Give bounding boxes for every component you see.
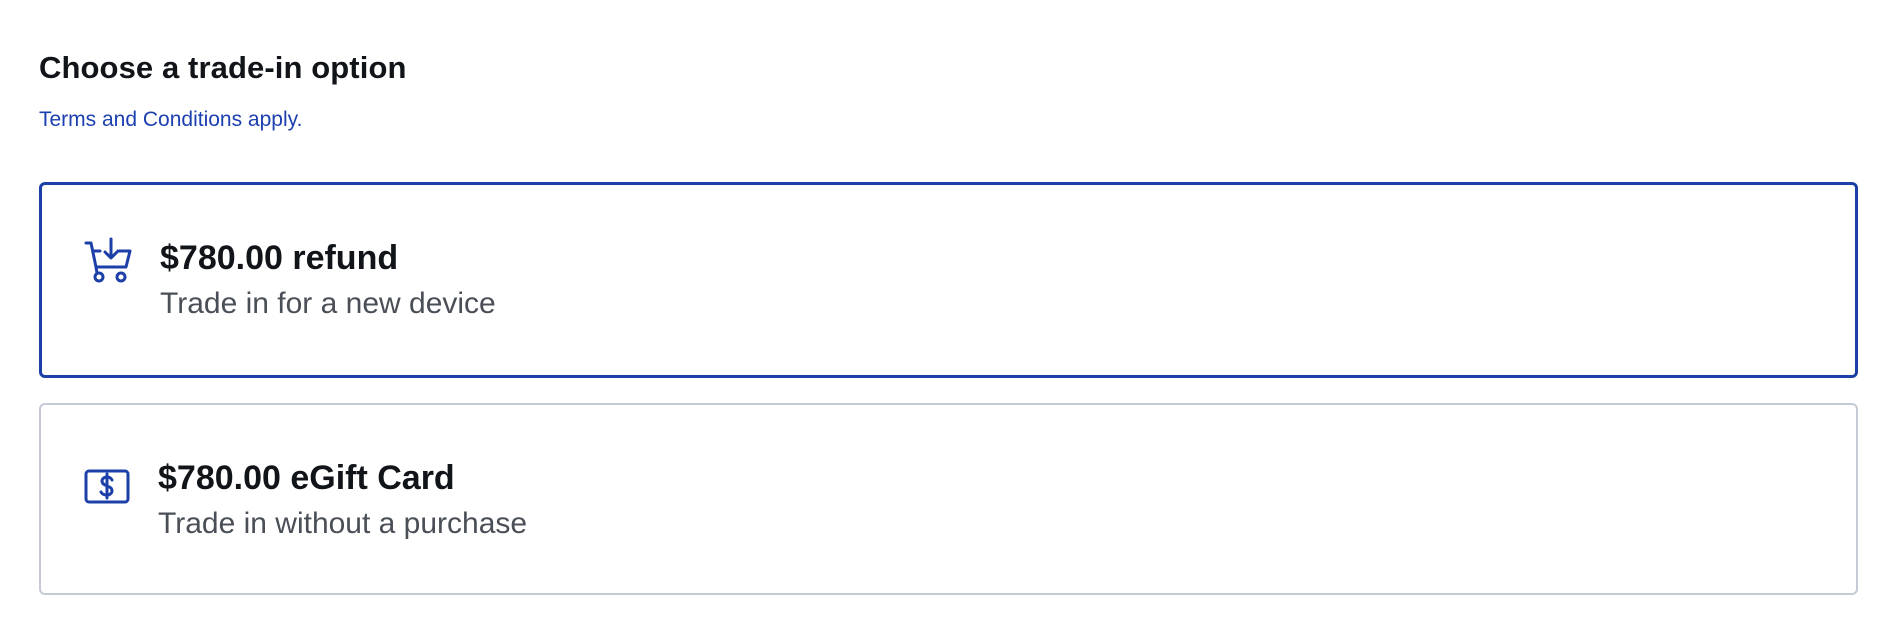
page-title: Choose a trade-in option — [39, 50, 407, 85]
option-subtitle: Trade in without a purchase — [158, 507, 528, 540]
option-subtitle: Trade in for a new device — [160, 287, 496, 320]
option-title: $780.00 refund — [160, 239, 399, 277]
dollar-card-icon — [83, 462, 133, 512]
option-title: $780.00 eGift Card — [158, 459, 455, 497]
trade-in-option-egift-card[interactable]: $780.00 eGift Card Trade in without a pu… — [39, 403, 1858, 595]
terms-and-conditions-link[interactable]: Terms and Conditions apply. — [39, 108, 302, 132]
cart-download-icon — [84, 237, 134, 287]
trade-in-option-refund[interactable]: $780.00 refund Trade in for a new device — [39, 182, 1858, 378]
